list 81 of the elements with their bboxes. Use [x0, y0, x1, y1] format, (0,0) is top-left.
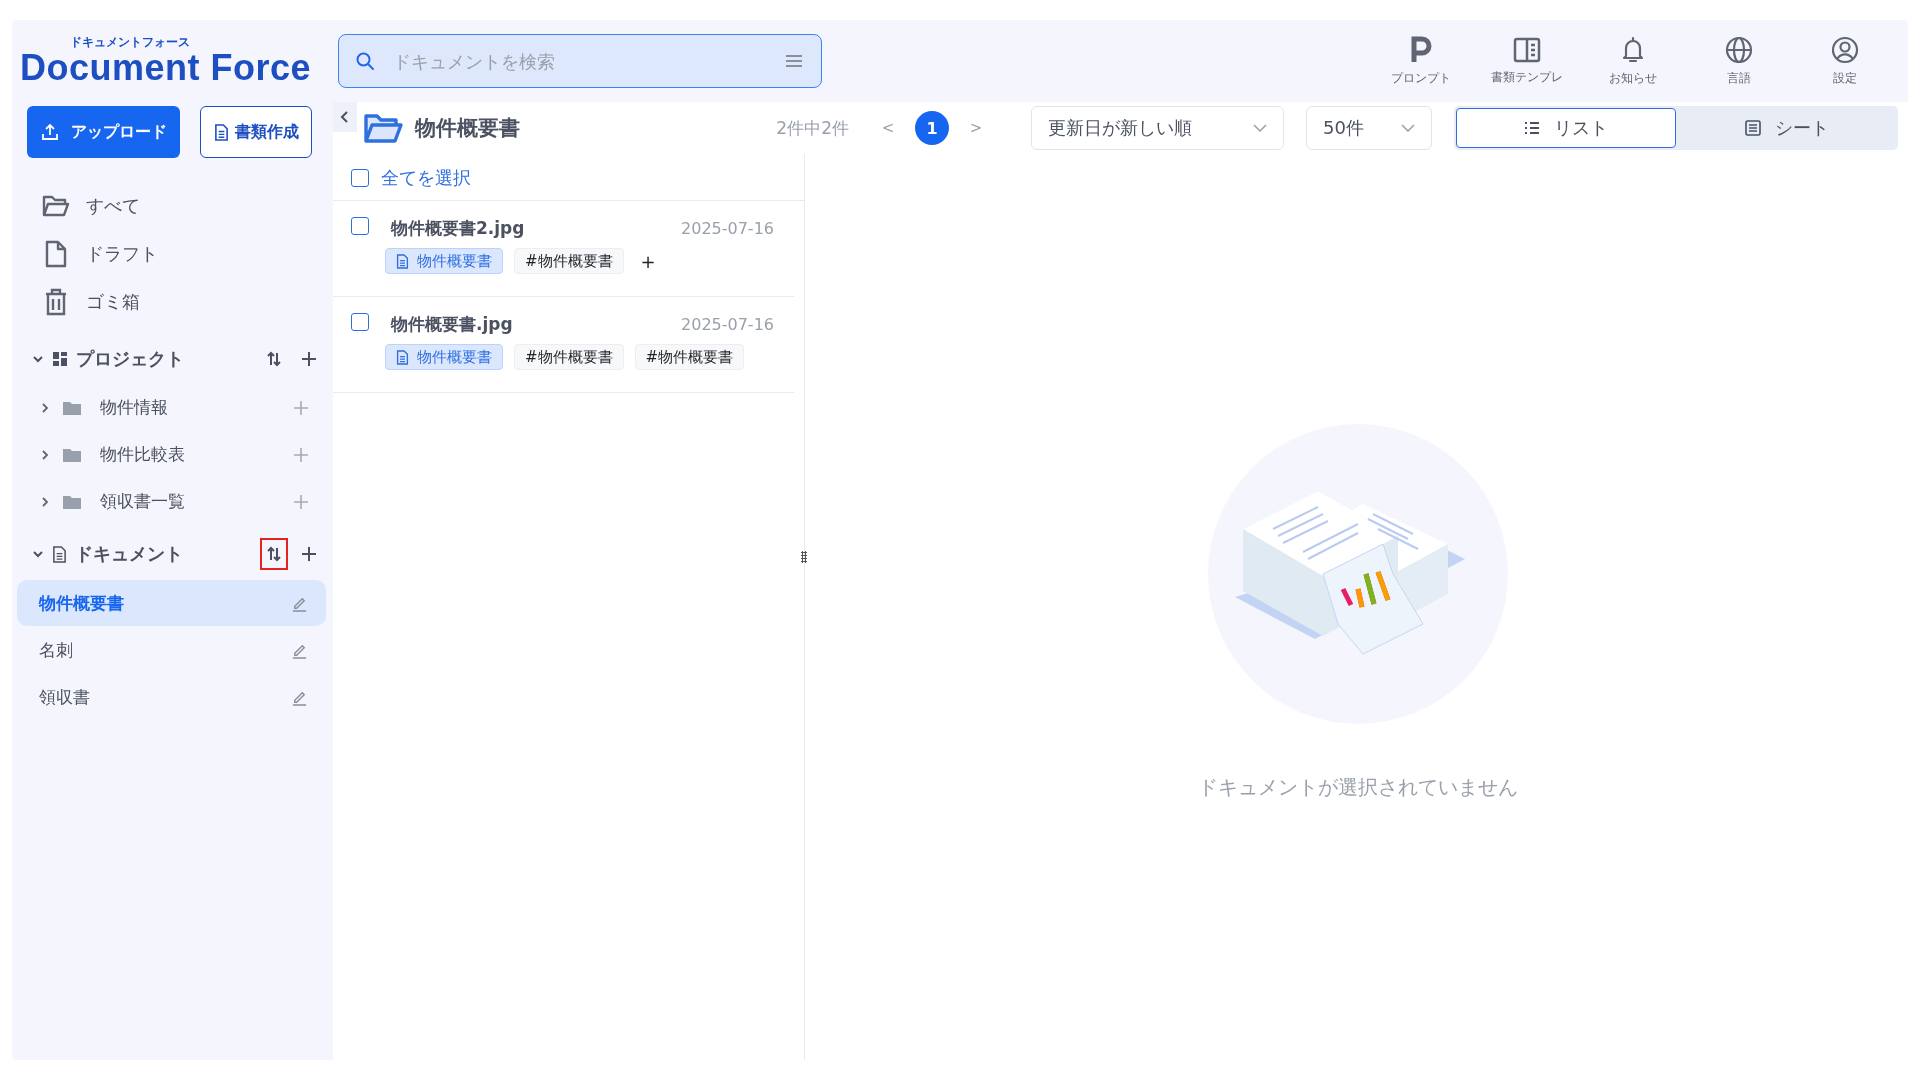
- document-row[interactable]: 物件概要書.jpg 2025-07-16 物件概要書 #物件概要書 #物件概要書: [333, 297, 794, 393]
- sidebar-nav-item[interactable]: すべて: [17, 182, 326, 230]
- sort-order-dropdown[interactable]: 更新日が新しい順: [1031, 106, 1284, 150]
- project-folder-item[interactable]: 物件情報: [17, 384, 326, 431]
- folder-title: 物件概要書: [415, 115, 521, 142]
- empty-state-message: ドキュメントが選択されていません: [1197, 774, 1518, 801]
- sort-button[interactable]: [260, 538, 288, 570]
- upload-icon: [40, 123, 59, 141]
- section-heading: ドキュメント: [75, 542, 184, 566]
- search-bar[interactable]: ドキュメントを検索: [338, 34, 822, 88]
- filter-menu-icon[interactable]: [785, 54, 803, 68]
- file-name: 物件概要書2.jpg: [391, 217, 525, 240]
- sidebar-nav-item[interactable]: ドラフト: [17, 230, 326, 278]
- upload-button[interactable]: アップロード: [27, 106, 180, 158]
- document-icon: [396, 349, 409, 365]
- folder-icon: [62, 446, 82, 463]
- resize-handle[interactable]: [801, 551, 807, 563]
- document-icon: [213, 123, 229, 141]
- globe-icon: [1725, 35, 1753, 64]
- document-type-tag[interactable]: 物件概要書: [385, 248, 503, 274]
- select-all-label[interactable]: 全てを選択: [381, 166, 471, 190]
- project-folder-item[interactable]: 物件比較表: [17, 431, 326, 478]
- select-all-checkbox[interactable]: [351, 169, 369, 187]
- file-date: 2025-07-16: [681, 219, 774, 238]
- document-row[interactable]: 物件概要書2.jpg 2025-07-16 物件概要書 #物件概要書 +: [333, 201, 794, 297]
- add-icon[interactable]: [302, 352, 316, 366]
- chevron-left-icon: [340, 110, 350, 124]
- sort-icon: [266, 351, 282, 367]
- hashtag-tag[interactable]: #物件概要書: [514, 344, 624, 370]
- page-number-button[interactable]: 1: [915, 111, 949, 145]
- view-tab[interactable]: リスト: [1456, 108, 1676, 148]
- top-nav-button[interactable]: 設定: [1792, 35, 1898, 87]
- collapse-sidebar-button[interactable]: [333, 102, 357, 132]
- logo-subtitle: ドキュメントフォース: [70, 35, 190, 49]
- file-date: 2025-07-16: [681, 315, 774, 334]
- view-tab[interactable]: シート: [1678, 108, 1896, 148]
- project-folder-item[interactable]: 領収書一覧: [17, 478, 326, 525]
- list-icon: [1524, 121, 1540, 135]
- folder-icon: [62, 493, 82, 510]
- document-type-item[interactable]: 領収書: [17, 674, 326, 720]
- chevron-down-icon: [1401, 124, 1415, 132]
- sidebar-nav-item[interactable]: ゴミ箱: [17, 278, 326, 326]
- grid-icon: [52, 351, 68, 367]
- chevron-icon[interactable]: [32, 353, 44, 365]
- logo-wordmark: Document Force: [20, 48, 312, 87]
- table-icon: [1745, 120, 1761, 136]
- document-icon: [396, 253, 409, 269]
- search-field[interactable]: ドキュメントを検索: [391, 49, 769, 73]
- top-nav-button[interactable]: プロンプト: [1368, 35, 1474, 87]
- add-icon: [294, 494, 308, 509]
- document-type-item[interactable]: 物件概要書: [17, 580, 326, 626]
- top-nav-button[interactable]: お知らせ: [1580, 35, 1686, 87]
- document-type-tag[interactable]: 物件概要書: [385, 344, 503, 370]
- chevron-icon[interactable]: [32, 548, 44, 560]
- file-name: 物件概要書.jpg: [391, 313, 513, 336]
- notification-bell-icon: [1621, 35, 1645, 64]
- book-panel-icon: [1513, 36, 1541, 63]
- folder-icon: [62, 399, 82, 416]
- row-checkbox[interactable]: [351, 313, 369, 331]
- add-icon: [294, 400, 308, 415]
- sort-icon: [266, 546, 282, 562]
- top-nav-button[interactable]: 言語: [1686, 35, 1792, 87]
- row-checkbox[interactable]: [351, 217, 369, 235]
- user-circle-icon: [1831, 35, 1859, 64]
- open-folder-icon: [363, 112, 403, 144]
- section-heading: プロジェクト: [76, 347, 185, 371]
- page-size-dropdown[interactable]: 50件: [1306, 106, 1432, 150]
- hashtag-tag[interactable]: #物件概要書: [514, 248, 624, 274]
- folder-icon: [42, 194, 70, 218]
- result-count: 2件中2件: [776, 116, 849, 140]
- add-icon[interactable]: [302, 547, 316, 561]
- chevron-down-icon: [1253, 124, 1267, 132]
- add-tag-button[interactable]: +: [640, 250, 656, 272]
- create-document-button[interactable]: 書類作成: [200, 106, 312, 158]
- search-icon: [355, 51, 375, 71]
- add-icon: [294, 447, 308, 462]
- top-nav-button[interactable]: 書類テンプレ: [1474, 36, 1580, 86]
- letter-p-icon: [1409, 35, 1433, 64]
- hashtag-tag[interactable]: #物件概要書: [634, 344, 745, 370]
- document-type-item[interactable]: 名刺: [17, 627, 326, 673]
- document-icon: [52, 545, 67, 563]
